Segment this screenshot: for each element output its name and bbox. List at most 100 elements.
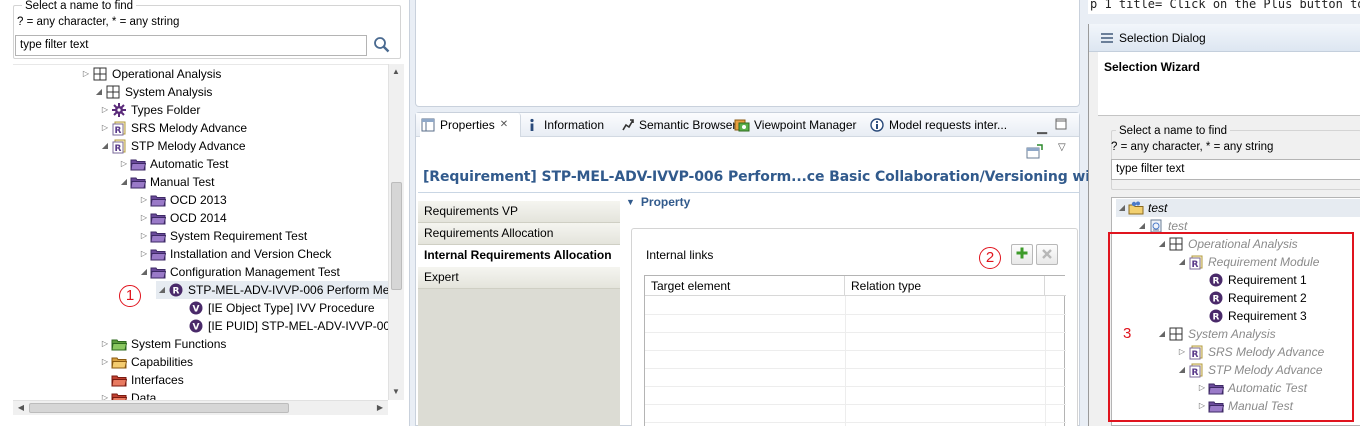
side-tab-internal-requirements-allocation[interactable]: Internal Requirements Allocation (418, 245, 620, 267)
grid-line (645, 314, 1066, 315)
column-divider-2 (1045, 296, 1046, 426)
collapsed-twisty-icon[interactable]: ▷ (138, 209, 150, 227)
tree-item-label: System Analysis (125, 85, 213, 99)
tree-item-label: Data (131, 391, 157, 400)
column-header-target-element[interactable]: Target element (645, 276, 845, 296)
tree-item-label: Installation and Version Check (170, 247, 332, 261)
scroll-down-icon[interactable]: ▼ (389, 385, 403, 399)
tree-item[interactable]: ◢ Manual Test (118, 173, 215, 191)
collapsed-twisty-icon[interactable]: ▷ (138, 191, 150, 209)
expanded-twisty-icon[interactable]: ◢ (99, 137, 111, 155)
tree-item[interactable]: V [IE PUID] STP-MEL-ADV-IVVP-006 (176, 317, 388, 335)
delete-icon (1042, 248, 1052, 262)
scroll-thumb[interactable] (391, 182, 402, 290)
tree-item[interactable]: ◢ R STP-MEL-ADV-IVVP-006 Perform Mel (156, 281, 388, 299)
scroll-left-icon[interactable]: ◀ (14, 401, 28, 415)
side-tab-requirements-allocation[interactable]: Requirements Allocation (418, 223, 620, 245)
column-header-filler (1045, 276, 1066, 296)
scroll-thumb-horizontal[interactable] (29, 403, 289, 413)
search-icon[interactable] (373, 36, 391, 57)
collapsed-twisty-icon[interactable]: ▷ (138, 227, 150, 245)
tree-item[interactable]: ▷ Data (99, 389, 156, 400)
close-icon[interactable]: ✕ (500, 113, 508, 137)
scroll-right-icon[interactable]: ▶ (373, 401, 387, 415)
filter-input[interactable]: type filter text (15, 35, 367, 56)
section-property[interactable]: ▼ Property (626, 195, 690, 209)
tree-vertical-scrollbar[interactable]: ▲ ▼ (388, 64, 404, 400)
tree-item[interactable]: V [IE Object Type] IVV Procedure (176, 299, 375, 317)
red-folder-icon (111, 390, 127, 400)
tab-semantic-browser[interactable]: Semantic Browser (621, 113, 736, 137)
tree-item[interactable]: ▷ Capabilities (99, 353, 193, 371)
collapsed-twisty-icon[interactable]: ▷ (80, 65, 92, 83)
project-icon (1128, 200, 1144, 216)
add-link-button[interactable] (1011, 244, 1033, 265)
tree-item[interactable]: ▷ Operational Analysis (80, 65, 221, 83)
tree-item-label: Automatic Test (150, 157, 229, 171)
grid-line (645, 404, 1066, 405)
tab-label: Model requests inter... (889, 118, 1008, 132)
tree-item[interactable]: ▷ OCD 2013 (138, 191, 227, 209)
collapsed-twisty-icon[interactable]: ▷ (99, 389, 111, 400)
info-icon (524, 117, 540, 133)
properties-view: Properties ✕ Information Semantic Browser Vi… (415, 112, 1127, 426)
tree-item[interactable]: ▷ Installation and Version Check (138, 245, 332, 263)
semantic-browser-icon (621, 117, 635, 133)
column-header-relation-type[interactable]: Relation type (845, 276, 1045, 296)
view-menu-icon[interactable]: ▽ (1058, 142, 1066, 153)
pin-editor-icon[interactable] (1026, 144, 1044, 163)
section-expand-icon[interactable]: ▼ (626, 197, 635, 207)
expanded-twisty-icon[interactable]: ◢ (1116, 199, 1128, 217)
remove-link-button[interactable] (1036, 244, 1058, 265)
collapsed-twisty-icon[interactable]: ▷ (99, 353, 111, 371)
internal-links-table[interactable]: Target element Relation type (644, 275, 1066, 426)
requirement-icon: R (168, 282, 184, 298)
dialog-filter-legend: Select a name to find (1116, 124, 1231, 138)
tab-properties[interactable]: Properties ✕ (420, 113, 521, 137)
collapsed-twisty-icon[interactable]: ▷ (99, 119, 111, 137)
collapsed-twisty-icon[interactable]: ▷ (138, 245, 150, 263)
view-tab-bar: Properties ✕ Information Semantic Browser Vi… (416, 113, 1079, 137)
minimize-icon[interactable]: ▁ (1037, 119, 1047, 135)
scroll-up-icon[interactable]: ▲ (389, 65, 403, 79)
side-tab-requirements-vp[interactable]: Requirements VP (418, 201, 620, 223)
maximize-icon[interactable] (1055, 118, 1067, 133)
filter-hint: ? = any character, * = any string (17, 16, 180, 28)
tree-item[interactable]: ▷ OCD 2014 (138, 209, 227, 227)
collapsed-twisty-icon[interactable]: ▷ (99, 101, 111, 119)
grid-icon (105, 84, 121, 100)
tree-item[interactable]: ▷ Automatic Test (118, 155, 229, 173)
expanded-twisty-icon[interactable]: ◢ (93, 83, 105, 101)
tab-viewpoint-manager[interactable]: Viewpoint Manager (734, 113, 866, 137)
tab-model-requests-inter[interactable]: Model requests inter... (869, 113, 1039, 137)
side-tabs-background (418, 289, 620, 426)
requirement-module-icon: R (111, 138, 127, 154)
tree-item[interactable]: ◢ System Analysis (93, 83, 212, 101)
collapsed-twisty-icon[interactable]: ▷ (118, 155, 130, 173)
tree-item[interactable]: Interfaces (99, 371, 184, 389)
tree-item[interactable]: ◢ R STP Melody Advance (99, 137, 246, 155)
tree-horizontal-scrollbar[interactable]: ◀ ▶ (13, 400, 388, 415)
tree-item[interactable]: ◢ Configuration Management Test (138, 263, 340, 281)
console-strip: p 1 title= Click on the Plus button to (1088, 0, 1360, 14)
expanded-twisty-icon[interactable]: ◢ (118, 173, 130, 191)
expanded-twisty-icon[interactable]: ◢ (138, 263, 150, 281)
tree-item[interactable]: ▷ R SRS Melody Advance (99, 119, 247, 137)
attribute-icon: V (188, 300, 204, 316)
plus-icon (1016, 247, 1028, 262)
selection-tree-item[interactable]: ◢ test (1116, 199, 1360, 217)
svg-text:V: V (193, 323, 200, 333)
collapsed-twisty-icon[interactable]: ▷ (99, 335, 111, 353)
editor-area (415, 0, 1080, 107)
dialog-filter-input[interactable]: type filter text (1111, 159, 1360, 180)
expanded-twisty-icon[interactable]: ◢ (156, 281, 168, 299)
tab-information[interactable]: Information (524, 113, 618, 137)
side-tab-expert[interactable]: Expert (418, 267, 620, 289)
tree-item[interactable]: ▷ Types Folder (99, 101, 200, 119)
grid-line (645, 422, 1066, 423)
grid-line (645, 332, 1066, 333)
tree-item[interactable]: ▷ System Functions (99, 335, 226, 353)
tree-item[interactable]: ▷ System Requirement Test (138, 227, 307, 245)
svg-text:R: R (115, 126, 122, 136)
folder-icon (150, 210, 166, 226)
